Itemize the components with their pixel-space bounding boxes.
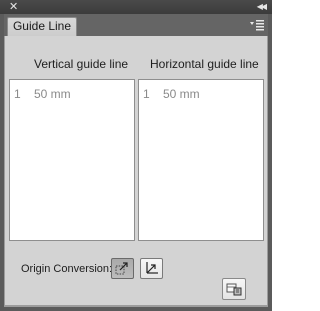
horizontal-guide-title: Horizontal guide line [150,57,259,71]
guide-line-panel: ✕ ◀◀ Guide Line Vertical guide line Hori… [0,0,272,311]
row-index: 1 [14,87,21,101]
vertical-guide-row[interactable]: 1 50 mm [14,87,71,101]
horizontal-guide-row[interactable]: 1 50 mm [143,87,200,101]
panel-titlebar: ✕ ◀◀ [0,0,272,14]
panel-body: Vertical guide line Horizontal guide lin… [4,36,268,306]
vertical-guide-list[interactable]: 1 50 mm [9,79,135,241]
row-value: 50 mm [34,87,71,101]
horizontal-guide-list[interactable]: 1 50 mm [138,79,264,241]
apply-guides-button[interactable] [222,278,246,300]
origin-bottom-left-icon [146,262,158,274]
close-icon[interactable]: ✕ [9,1,18,13]
row-index: 1 [143,87,150,101]
panel-tab-strip: Guide Line [4,14,268,36]
vertical-guide-title: Vertical guide line [34,57,129,71]
row-value: 50 mm [163,87,200,101]
origin-top-left-button[interactable] [111,258,134,279]
origin-bottom-left-button[interactable] [140,258,163,279]
panel-bottom-edge [4,305,268,307]
tab-guide-line[interactable]: Guide Line [7,17,77,36]
collapse-panel-icon[interactable]: ◀◀ [257,1,267,13]
panel-menu-icon[interactable] [249,18,265,32]
origin-top-left-icon [115,262,128,275]
origin-conversion-label: Origin Conversion: [21,263,113,275]
apply-guides-icon [226,283,242,296]
